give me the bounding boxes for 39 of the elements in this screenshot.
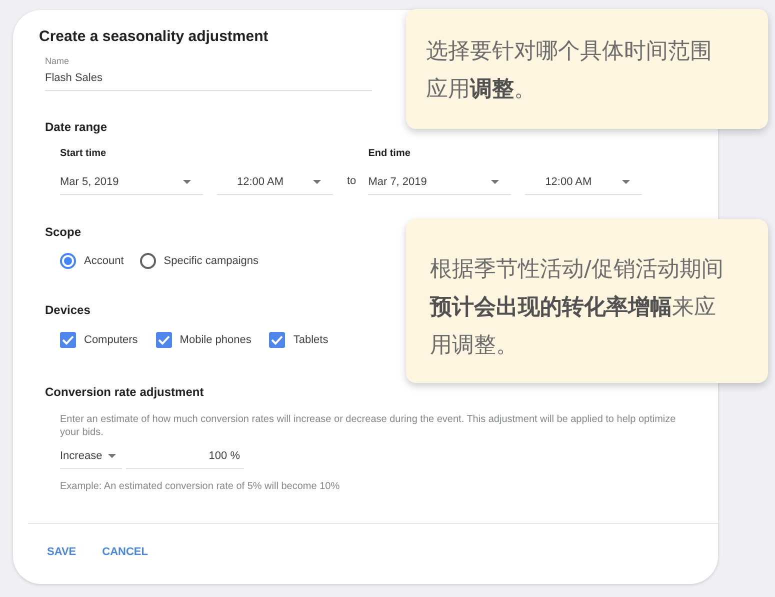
radio-option[interactable]: Specific campaigns <box>140 253 259 269</box>
radio-icon[interactable] <box>140 253 156 269</box>
caret-icon <box>622 180 630 184</box>
checkbox[interactable] <box>269 332 286 348</box>
callout-text: 根据季节性活动/促销活动期间预计会出现的转化率增幅来应用调整。 <box>430 256 724 360</box>
checkmark-icon <box>158 335 170 345</box>
callout-text: 选择要针对哪个具体时间范围应用调整。 <box>426 38 713 104</box>
description-text: Enter an estimate of how much conversion rates will increase or decrease during the event. This adjustment will be applied to help optimize your bids. <box>60 413 677 439</box>
to-label: to <box>347 175 356 187</box>
radio-icon[interactable] <box>60 253 76 269</box>
radio-option[interactable]: Account <box>60 253 124 269</box>
field-label: Start time <box>60 148 106 159</box>
section-heading: Devices <box>45 303 90 317</box>
field-label: End time <box>368 148 410 159</box>
caret-icon <box>108 454 116 458</box>
caret-icon <box>313 180 321 184</box>
caret-icon <box>491 180 500 184</box>
caret-icon <box>183 180 191 184</box>
example-text: Example: An estimated conversion rate of 5% will become 10% <box>60 481 340 492</box>
percent-field[interactable]: 100 % <box>126 443 244 469</box>
section-heading: Date range <box>45 120 108 134</box>
date-select[interactable]: Mar 7, 2019 <box>368 169 512 195</box>
cancel-button[interactable]: CANCEL <box>98 540 152 564</box>
checkmark-icon <box>271 335 284 345</box>
save-button[interactable]: SAVE <box>43 540 80 564</box>
time-select[interactable]: 12:00 AM <box>217 169 333 195</box>
checkbox-option[interactable]: Computers <box>60 332 138 348</box>
checkbox[interactable] <box>60 332 76 348</box>
checkbox[interactable] <box>156 332 172 348</box>
checkbox-option[interactable]: Mobile phones <box>156 332 252 348</box>
section-heading: Scope <box>45 225 82 239</box>
name-field[interactable]: Name Flash Sales <box>45 56 372 91</box>
time-select[interactable]: 12:00 AM <box>525 169 642 195</box>
dialog-title: Create a seasonality adjustment <box>39 28 268 45</box>
section-heading: Conversion rate adjustment <box>45 385 204 399</box>
direction-select[interactable]: Increase <box>60 443 122 469</box>
checkmark-icon <box>62 335 74 345</box>
date-select[interactable]: Mar 5, 2019 <box>60 169 203 195</box>
checkbox-option[interactable]: Tablets <box>269 332 328 348</box>
